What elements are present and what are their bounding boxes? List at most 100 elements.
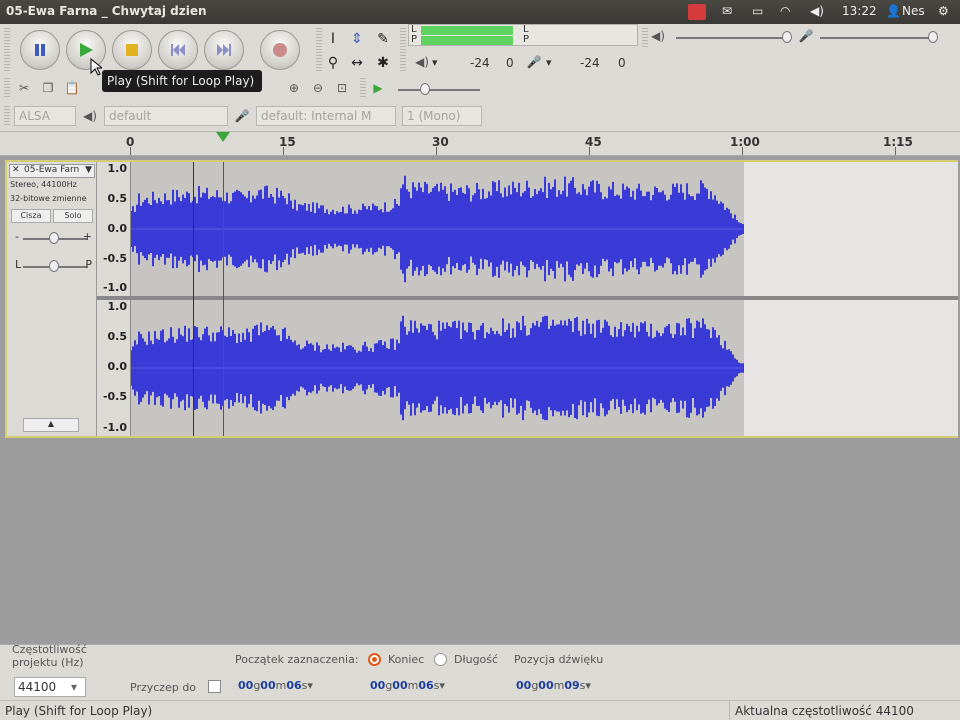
chevron-down-icon: ▾: [70, 680, 77, 694]
zoom-out-icon[interactable]: ⊖: [310, 80, 326, 96]
snap-to-checkbox[interactable]: [208, 680, 221, 693]
skip-end-icon: [217, 44, 231, 56]
meter-right-label: P: [411, 34, 418, 45]
output-meter-left: [421, 26, 513, 35]
play-at-speed-icon[interactable]: ▶: [370, 80, 386, 96]
status-bar: Play (Shift for Loop Play) Aktualna częs…: [0, 700, 960, 720]
battery-icon[interactable]: ▭: [752, 4, 763, 20]
pan-knob[interactable]: [49, 260, 59, 272]
gain-knob[interactable]: [49, 232, 59, 244]
pause-button[interactable]: [20, 30, 60, 70]
audio-host-select[interactable]: ALSA: [14, 106, 76, 126]
track-format-info: Stereo, 44100Hz: [10, 180, 77, 189]
user-name[interactable]: Nes: [902, 4, 925, 20]
project-rate-select[interactable]: 44100 ▾: [14, 677, 86, 697]
record-icon: [273, 43, 287, 57]
output-meter-right: [421, 36, 513, 45]
volume-icon[interactable]: ◀): [810, 4, 824, 20]
copy-icon[interactable]: ❐: [40, 80, 56, 96]
amplitude-ruler-bottom: 1.0 0.5 0.0 -0.5 -1.0: [97, 300, 131, 436]
ruler-tick: [895, 147, 896, 155]
solo-button[interactable]: Solo: [53, 209, 93, 223]
end-radio[interactable]: [368, 653, 381, 666]
skip-end-button[interactable]: [204, 30, 244, 70]
recording-volume-slider[interactable]: [820, 37, 934, 39]
skip-start-icon: [171, 44, 185, 56]
waveform-channel-right[interactable]: [131, 300, 958, 436]
mute-button[interactable]: Cisza: [11, 209, 51, 223]
record-button[interactable]: [260, 30, 300, 70]
play-speed-knob[interactable]: [420, 83, 430, 95]
draw-tool-icon[interactable]: ✎: [372, 28, 394, 50]
cursor-line: [193, 162, 194, 436]
cut-icon[interactable]: ✂: [16, 80, 32, 96]
play-speed-slider[interactable]: [398, 89, 480, 91]
meter-scale-b: 0: [506, 56, 514, 70]
chevron-down-icon[interactable]: ▼: [85, 165, 92, 175]
speaker-icon: ◀): [415, 55, 429, 69]
ruler-tick-label: 30: [432, 135, 449, 149]
multi-tool-icon[interactable]: ✱: [372, 52, 394, 74]
ruler-tick-label: 1:15: [883, 135, 913, 149]
envelope-tool-icon[interactable]: ⇕: [346, 28, 368, 50]
selection-end-time[interactable]: 00g00m06s▾: [370, 679, 445, 692]
playback-volume-knob[interactable]: [782, 31, 792, 43]
meter-in-right-label: P: [523, 34, 530, 45]
wifi-icon[interactable]: ◠: [780, 4, 790, 20]
selection-tool-icon[interactable]: I: [322, 28, 344, 50]
gear-icon[interactable]: ⚙: [938, 4, 949, 20]
track-name-menu[interactable]: ✕ 05-Ewa Farn ▼: [9, 164, 95, 178]
track-name: 05-Ewa Farn: [24, 165, 80, 175]
playhead-marker-icon[interactable]: [216, 132, 230, 144]
record-indicator-icon[interactable]: [688, 4, 706, 20]
project-rate-label: Częstotliwość projektu (Hz): [12, 643, 87, 669]
paste-icon[interactable]: 📋: [64, 80, 80, 96]
ruler-tick: [742, 147, 743, 155]
length-label: Długość: [454, 653, 499, 666]
selection-toolbar: Częstotliwość projektu (Hz) 44100 ▾ Przy…: [0, 643, 960, 700]
meter-scale-c: -24: [580, 56, 600, 70]
play-position-line: [223, 162, 224, 436]
meter-panel[interactable]: L P L P: [408, 24, 638, 46]
gain-plus-label: +: [82, 230, 92, 243]
output-device-select[interactable]: default: [104, 106, 228, 126]
input-device-select[interactable]: default: Internal M: [256, 106, 396, 126]
status-rate: Aktualna częstotliwość 44100: [735, 704, 914, 718]
project-rate-value: 44100: [18, 680, 57, 694]
toolbar-grip[interactable]: [642, 28, 648, 48]
waveform-right: [131, 315, 744, 421]
toolbar-grip[interactable]: [360, 78, 366, 98]
microphone-icon: 🎤: [526, 55, 542, 69]
toolbar-grip[interactable]: [4, 106, 10, 126]
user-icon[interactable]: 👤: [886, 4, 901, 20]
toolbar-grip[interactable]: [4, 78, 10, 98]
timeline-ruler[interactable]: 0 15 30 45 1:00 1:15: [0, 132, 960, 156]
collapse-track-button[interactable]: ▲: [23, 418, 79, 432]
recording-volume-knob[interactable]: [928, 31, 938, 43]
zoom-tool-icon[interactable]: ⚲: [322, 52, 344, 74]
gain-minus-label: -: [15, 230, 19, 243]
mail-icon[interactable]: ✉: [722, 4, 732, 20]
mouse-cursor-icon: [90, 58, 102, 76]
close-track-icon[interactable]: ✕: [12, 165, 20, 175]
waveform-left: [131, 175, 744, 283]
stop-button[interactable]: [112, 30, 152, 70]
waveform-channel-left[interactable]: [131, 162, 958, 296]
toolbar-grip[interactable]: [4, 28, 10, 72]
track-control-panel: ✕ 05-Ewa Farn ▼ Stereo, 44100Hz 32-bitow…: [7, 162, 97, 436]
fit-selection-icon[interactable]: ⊡: [334, 80, 350, 96]
audio-position-time[interactable]: 00g00m09s▾: [516, 679, 591, 692]
ruler-tick-label: 15: [279, 135, 296, 149]
zoom-in-icon[interactable]: ⊕: [286, 80, 302, 96]
skip-start-button[interactable]: [158, 30, 198, 70]
length-radio[interactable]: [434, 653, 447, 666]
audio-track[interactable]: ✕ 05-Ewa Farn ▼ Stereo, 44100Hz 32-bitow…: [5, 160, 958, 438]
playback-volume-slider[interactable]: [676, 37, 788, 39]
toolbar-grip[interactable]: [400, 28, 406, 72]
clock[interactable]: 13:22: [842, 4, 877, 20]
timeshift-tool-icon[interactable]: ↔: [346, 52, 368, 74]
input-channels-select[interactable]: 1 (Mono): [402, 106, 482, 126]
pause-icon: [35, 44, 45, 56]
track-area: ✕ 05-Ewa Farn ▼ Stereo, 44100Hz 32-bitow…: [0, 156, 960, 440]
selection-start-time[interactable]: 00g00m06s▾: [238, 679, 313, 692]
